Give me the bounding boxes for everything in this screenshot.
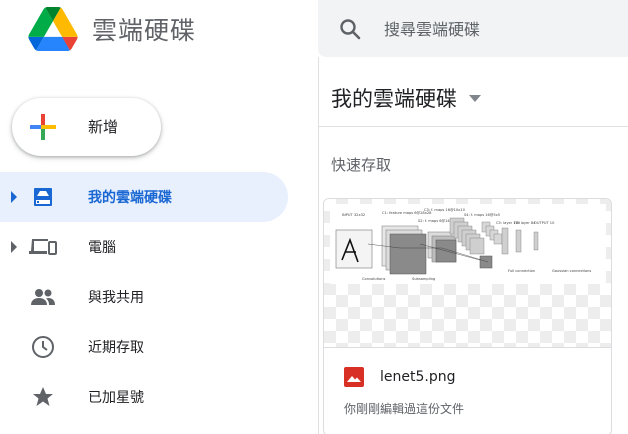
sidebar-item-computers[interactable]: 電腦: [0, 222, 318, 272]
sidebar-item-label: 已加星號: [88, 390, 144, 406]
new-button[interactable]: 新增: [12, 98, 161, 156]
label-c3: C3: f. maps 16@10x10: [424, 208, 466, 212]
expand-caret-icon[interactable]: [10, 241, 18, 253]
sidebar-item-recent[interactable]: 近期存取: [0, 322, 318, 372]
google-drive-logo: [28, 7, 78, 51]
sidebar-item-label: 我的雲端硬碟: [88, 190, 172, 206]
sidebar-item-shared-with-me[interactable]: 與我共用: [0, 272, 318, 322]
label-input: INPUT 32x32: [342, 213, 365, 217]
search-input[interactable]: [384, 14, 614, 44]
brand[interactable]: 雲端硬碟: [28, 6, 196, 52]
clock-icon: [29, 334, 57, 360]
card-divider: [324, 347, 611, 348]
shared-people-icon: [29, 284, 57, 310]
left-panel: 雲端硬碟 新增 我的雲端硬碟 電腦 與我共用 近期存取 已加星號: [0, 0, 318, 434]
computers-icon: [29, 234, 57, 260]
sidebar-item-my-drive[interactable]: 我的雲端硬碟: [0, 172, 288, 222]
quick-access-card[interactable]: INPUT 32x32 C1: feature maps 6@28x28 C3:…: [323, 198, 612, 434]
sidebar-item-starred[interactable]: 已加星號: [0, 372, 318, 422]
dropdown-arrow-icon: [469, 94, 481, 102]
sidebar-nav: 我的雲端硬碟 電腦 與我共用 近期存取 已加星號: [0, 172, 318, 422]
sidebar-item-label: 與我共用: [88, 290, 144, 306]
column-divider: [318, 57, 319, 434]
header-divider: [319, 126, 628, 127]
file-activity: 你剛剛編輯過這份文件: [344, 402, 465, 416]
plus-multicolor-icon: [30, 114, 56, 140]
image-file-icon: [344, 367, 364, 387]
my-drive-icon: [29, 184, 57, 210]
new-button-label: 新增: [88, 118, 119, 136]
label-s4: S4: f. maps 16@5x5: [464, 213, 500, 217]
star-icon: [29, 384, 57, 410]
label-subsampling: Subsampling: [412, 277, 435, 281]
label-gaussian: Gaussian connections: [552, 269, 591, 273]
label-full-connection: Full connection: [508, 269, 535, 273]
label-convolutions: Convolutions: [362, 277, 385, 281]
my-drive-title-menu[interactable]: 我的雲端硬碟: [331, 83, 481, 113]
page-title: 我的雲端硬碟: [331, 87, 457, 111]
quick-access-heading: 快速存取: [331, 156, 392, 174]
file-thumbnail[interactable]: INPUT 32x32 C1: feature maps 6@28x28 C3:…: [324, 199, 611, 347]
label-f6: F6: layer 84: [514, 221, 536, 225]
file-name: lenet5.png: [380, 369, 456, 385]
sidebar-item-label: 近期存取: [88, 340, 144, 356]
sidebar-item-label: 電腦: [88, 240, 116, 256]
expand-caret-icon[interactable]: [10, 191, 18, 203]
app-name: 雲端硬碟: [92, 16, 197, 45]
search-bar[interactable]: [318, 0, 628, 57]
search-icon[interactable]: [338, 17, 362, 41]
label-output: OUTPUT 10: [534, 221, 555, 225]
lenet-diagram-thumbnail: INPUT 32x32 C1: feature maps 6@28x28 C3:…: [330, 204, 606, 284]
